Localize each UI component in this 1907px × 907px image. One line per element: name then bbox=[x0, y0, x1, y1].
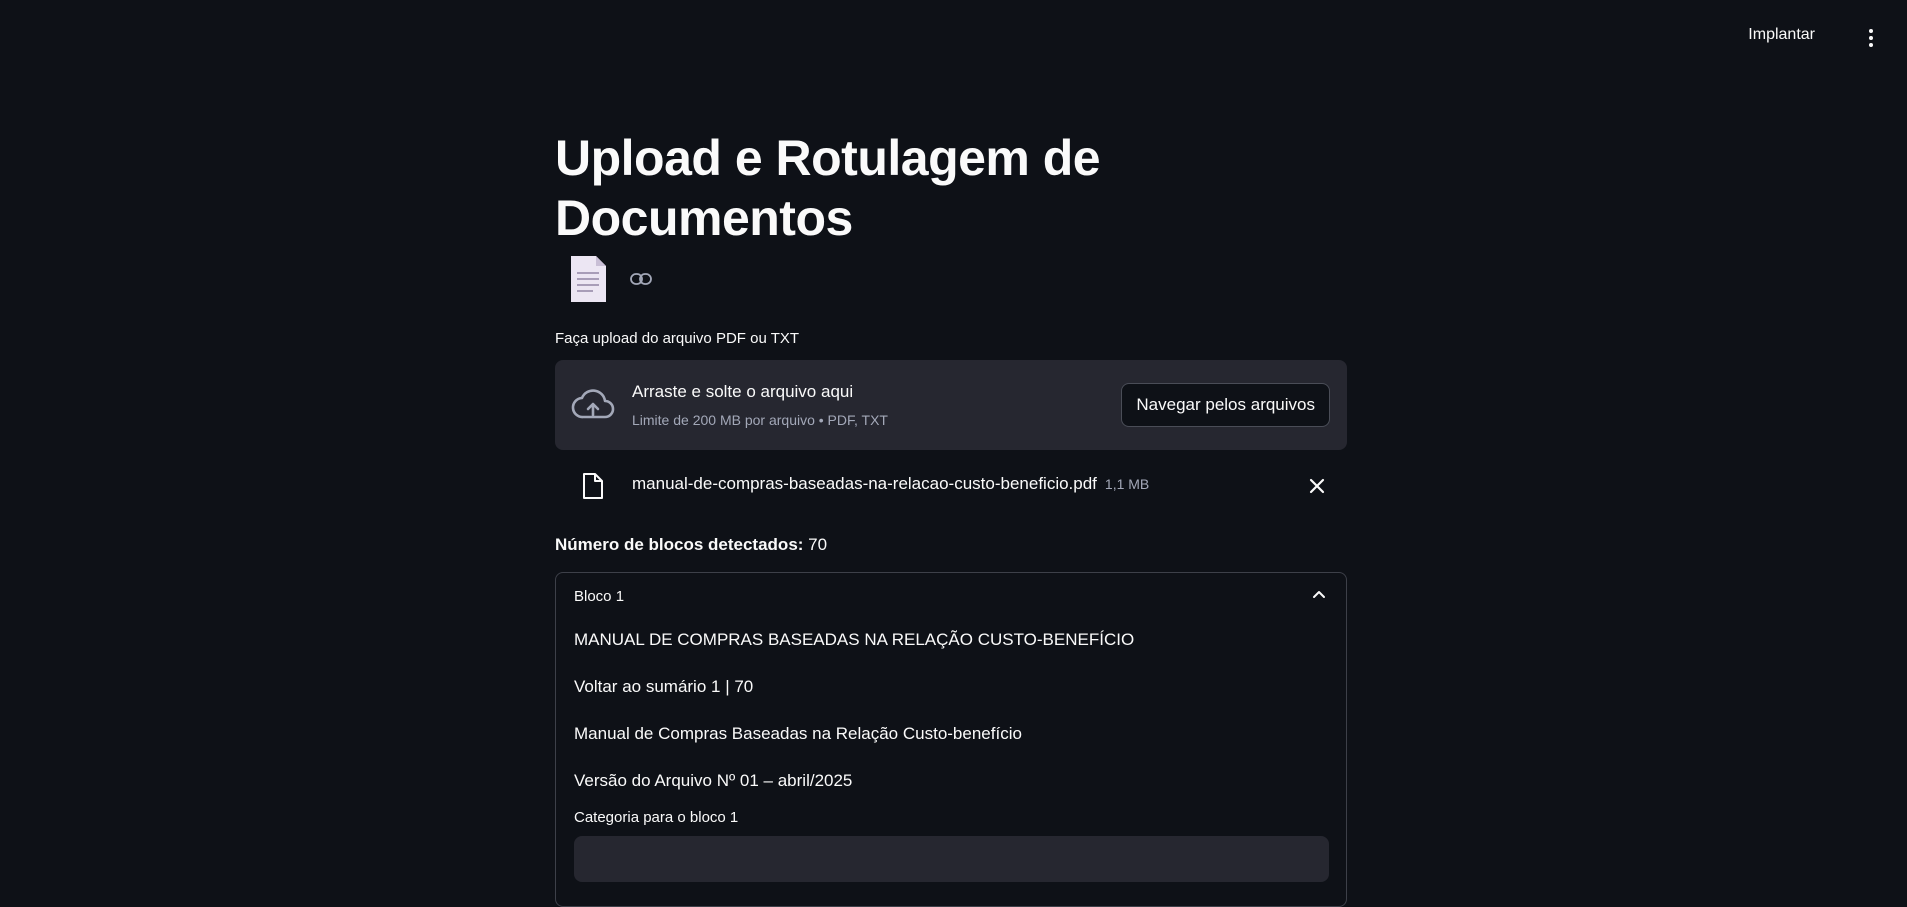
category-label: Categoria para o bloco 1 bbox=[574, 809, 739, 826]
blocks-count: Número de blocos detectados: 70 bbox=[555, 530, 1347, 560]
cloud-upload-icon bbox=[571, 389, 615, 419]
file-size: 1,1 MB bbox=[1104, 476, 1150, 492]
file-name-text: manual-de-compras-baseadas-na-relacao-cu… bbox=[632, 474, 1097, 493]
browse-files-button[interactable]: Navegar pelos arquivos bbox=[1121, 383, 1330, 427]
block-text-line: Voltar ao sumário 1 | 70 bbox=[574, 677, 754, 696]
block-text-line: MANUAL DE COMPRAS BASEADAS NA RELAÇÃO CU… bbox=[574, 630, 1135, 649]
dropzone-limit: Limite de 200 MB por arquivo • PDF, TXT bbox=[632, 412, 888, 428]
document-emoji-icon bbox=[571, 256, 606, 302]
block-text-line: Manual de Compras Baseadas na Relação Cu… bbox=[574, 724, 1022, 743]
file-dropzone[interactable]: Arraste e solte o arquivo aqui Limite de… bbox=[555, 360, 1347, 450]
uploaded-file-row: manual-de-compras-baseadas-na-relacao-cu… bbox=[555, 450, 1347, 522]
deploy-button[interactable]: Implantar bbox=[1748, 26, 1815, 44]
blocks-count-label: Número de blocos detectados: bbox=[555, 535, 804, 554]
category-input[interactable] bbox=[574, 836, 1329, 882]
block-text-line: Versão do Arquivo Nº 01 – abril/2025 bbox=[574, 771, 853, 790]
main-content: Upload e Rotulagem de Documentos Faça up… bbox=[555, 128, 1347, 907]
dropzone-title: Arraste e solte o arquivo aqui bbox=[632, 382, 854, 401]
block-expander: Bloco 1 MANUAL DE COMPRAS BASEADAS NA RE… bbox=[555, 572, 1347, 907]
kebab-menu-icon[interactable] bbox=[1863, 28, 1879, 48]
link-icon[interactable] bbox=[630, 272, 652, 286]
close-icon[interactable] bbox=[1306, 475, 1328, 497]
title-row bbox=[555, 250, 1347, 308]
blocks-count-value: 70 bbox=[808, 535, 828, 554]
chevron-up-icon bbox=[1313, 591, 1325, 598]
expander-header[interactable]: Bloco 1 bbox=[556, 573, 1346, 617]
uploaded-file-name: manual-de-compras-baseadas-na-relacao-cu… bbox=[632, 474, 1149, 494]
expander-body: MANUAL DE COMPRAS BASEADAS NA RELAÇÃO CU… bbox=[574, 627, 1329, 882]
expander-title: Bloco 1 bbox=[574, 588, 625, 605]
app-header: Implantar bbox=[0, 0, 1907, 76]
file-icon bbox=[583, 473, 603, 499]
uploader-label: Faça upload do arquivo PDF ou TXT bbox=[555, 330, 800, 347]
page-title: Upload e Rotulagem de Documentos bbox=[555, 130, 1101, 246]
